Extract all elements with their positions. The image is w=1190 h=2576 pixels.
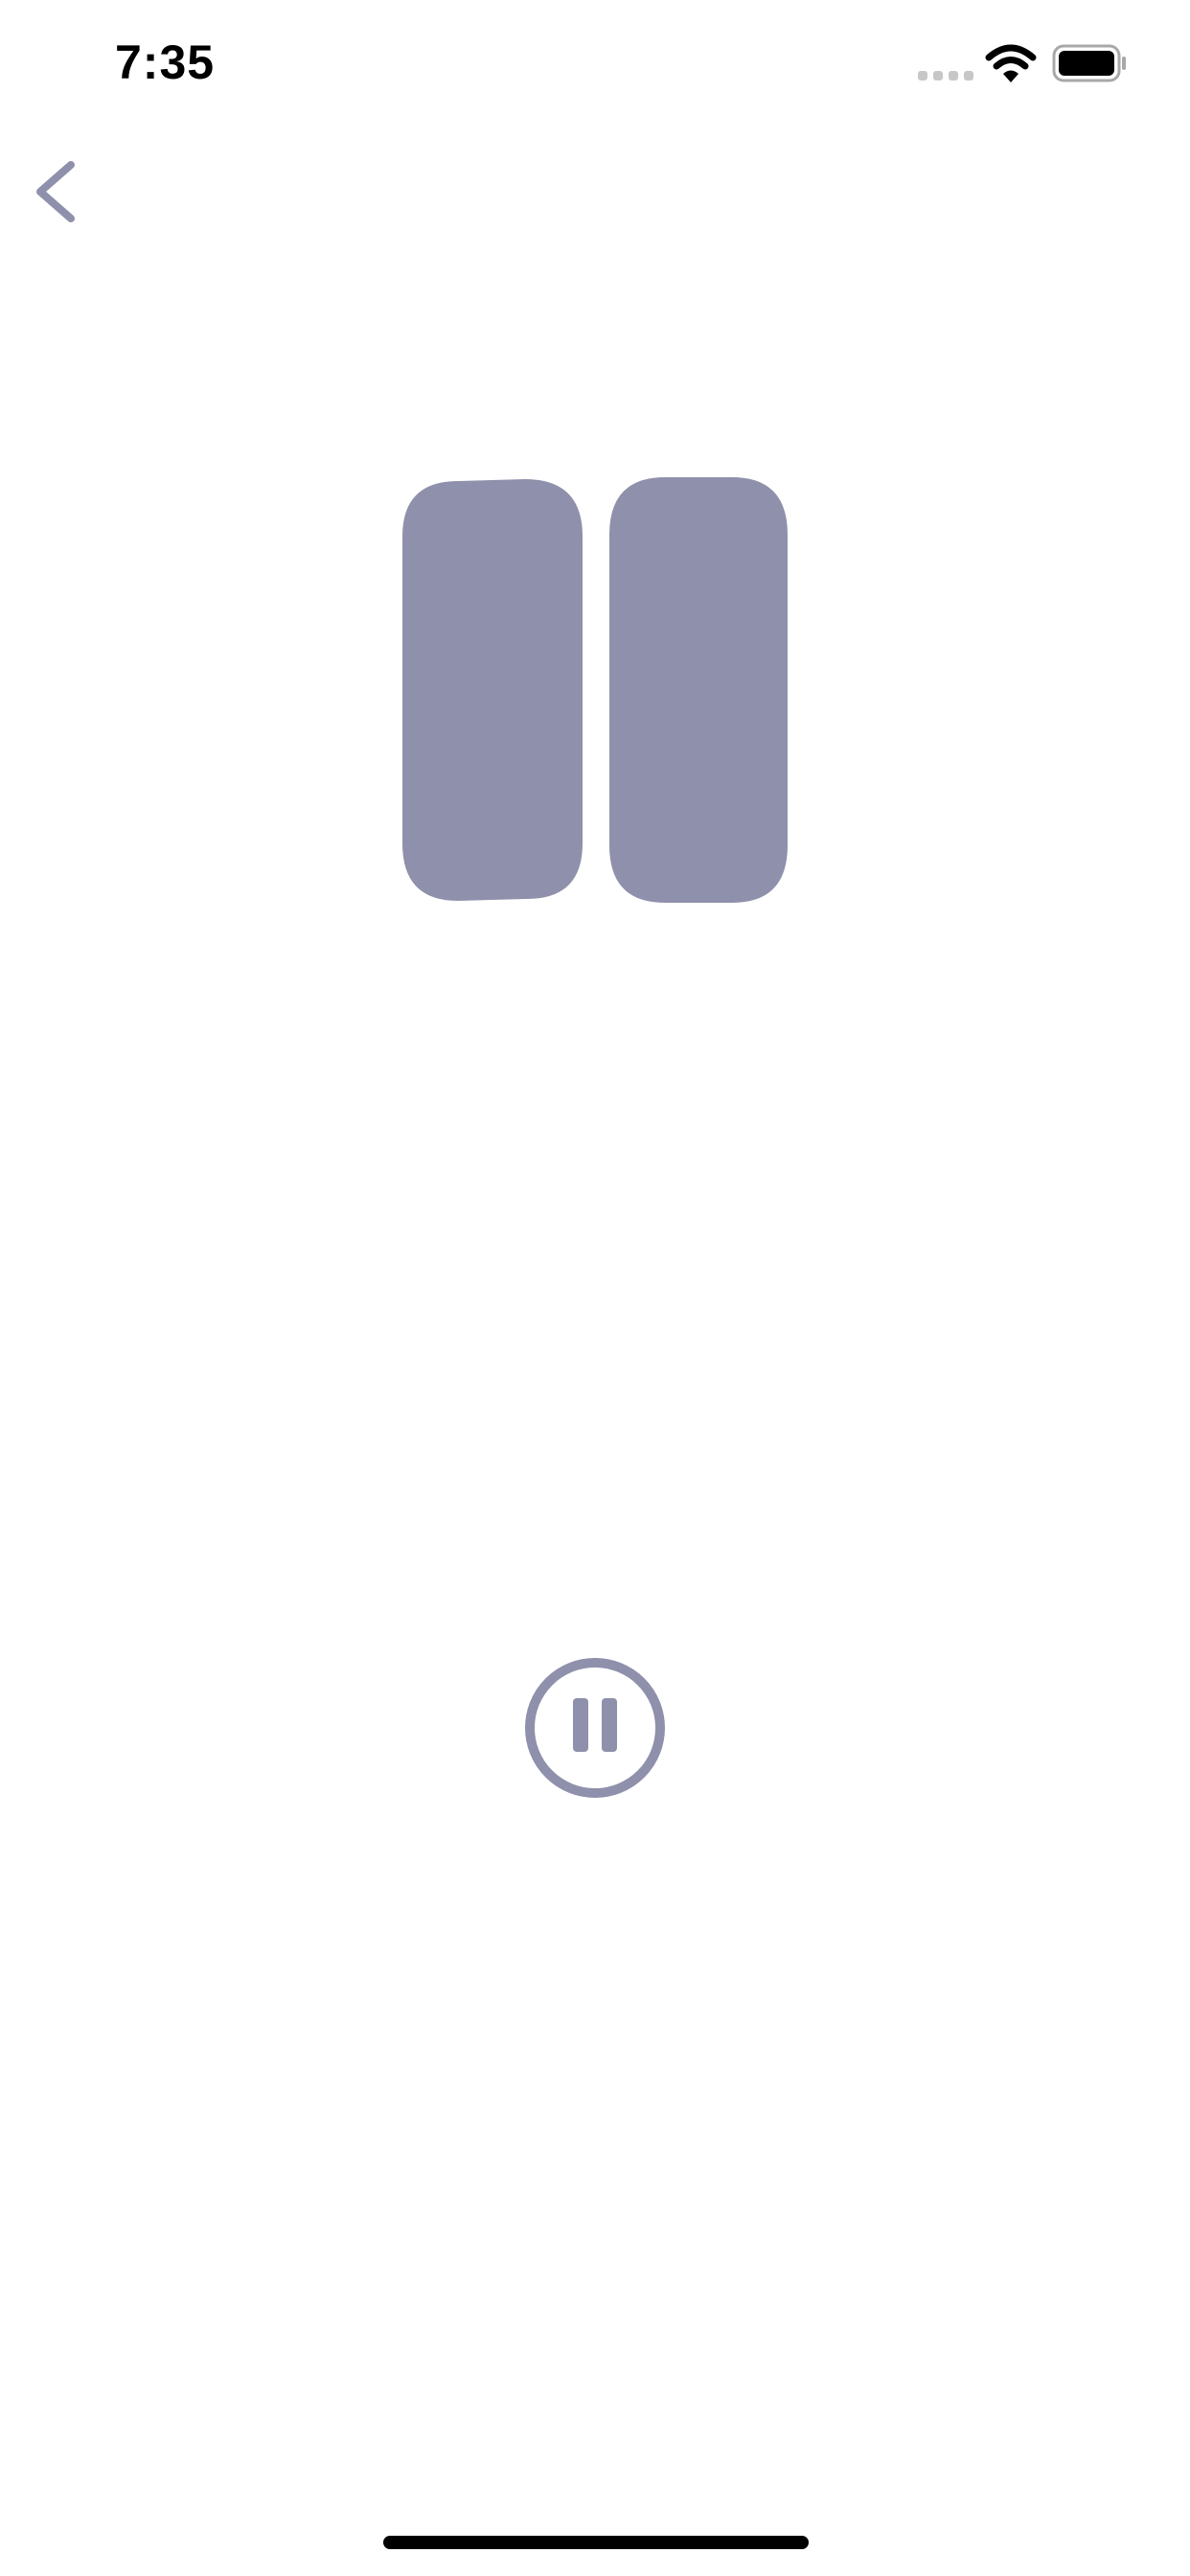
wifi-icon — [985, 44, 1037, 82]
pause-button[interactable] — [523, 1656, 667, 1800]
signal-icon — [918, 71, 973, 80]
pause-circle-icon — [525, 1658, 665, 1798]
status-time: 7:35 — [115, 35, 216, 89]
back-button[interactable] — [19, 144, 105, 240]
home-indicator — [383, 2536, 809, 2549]
pause-icon — [400, 470, 790, 910]
chevron-left-icon — [36, 161, 75, 222]
battery-icon — [1052, 44, 1126, 82]
status-bar: 7:35 — [0, 0, 1190, 134]
